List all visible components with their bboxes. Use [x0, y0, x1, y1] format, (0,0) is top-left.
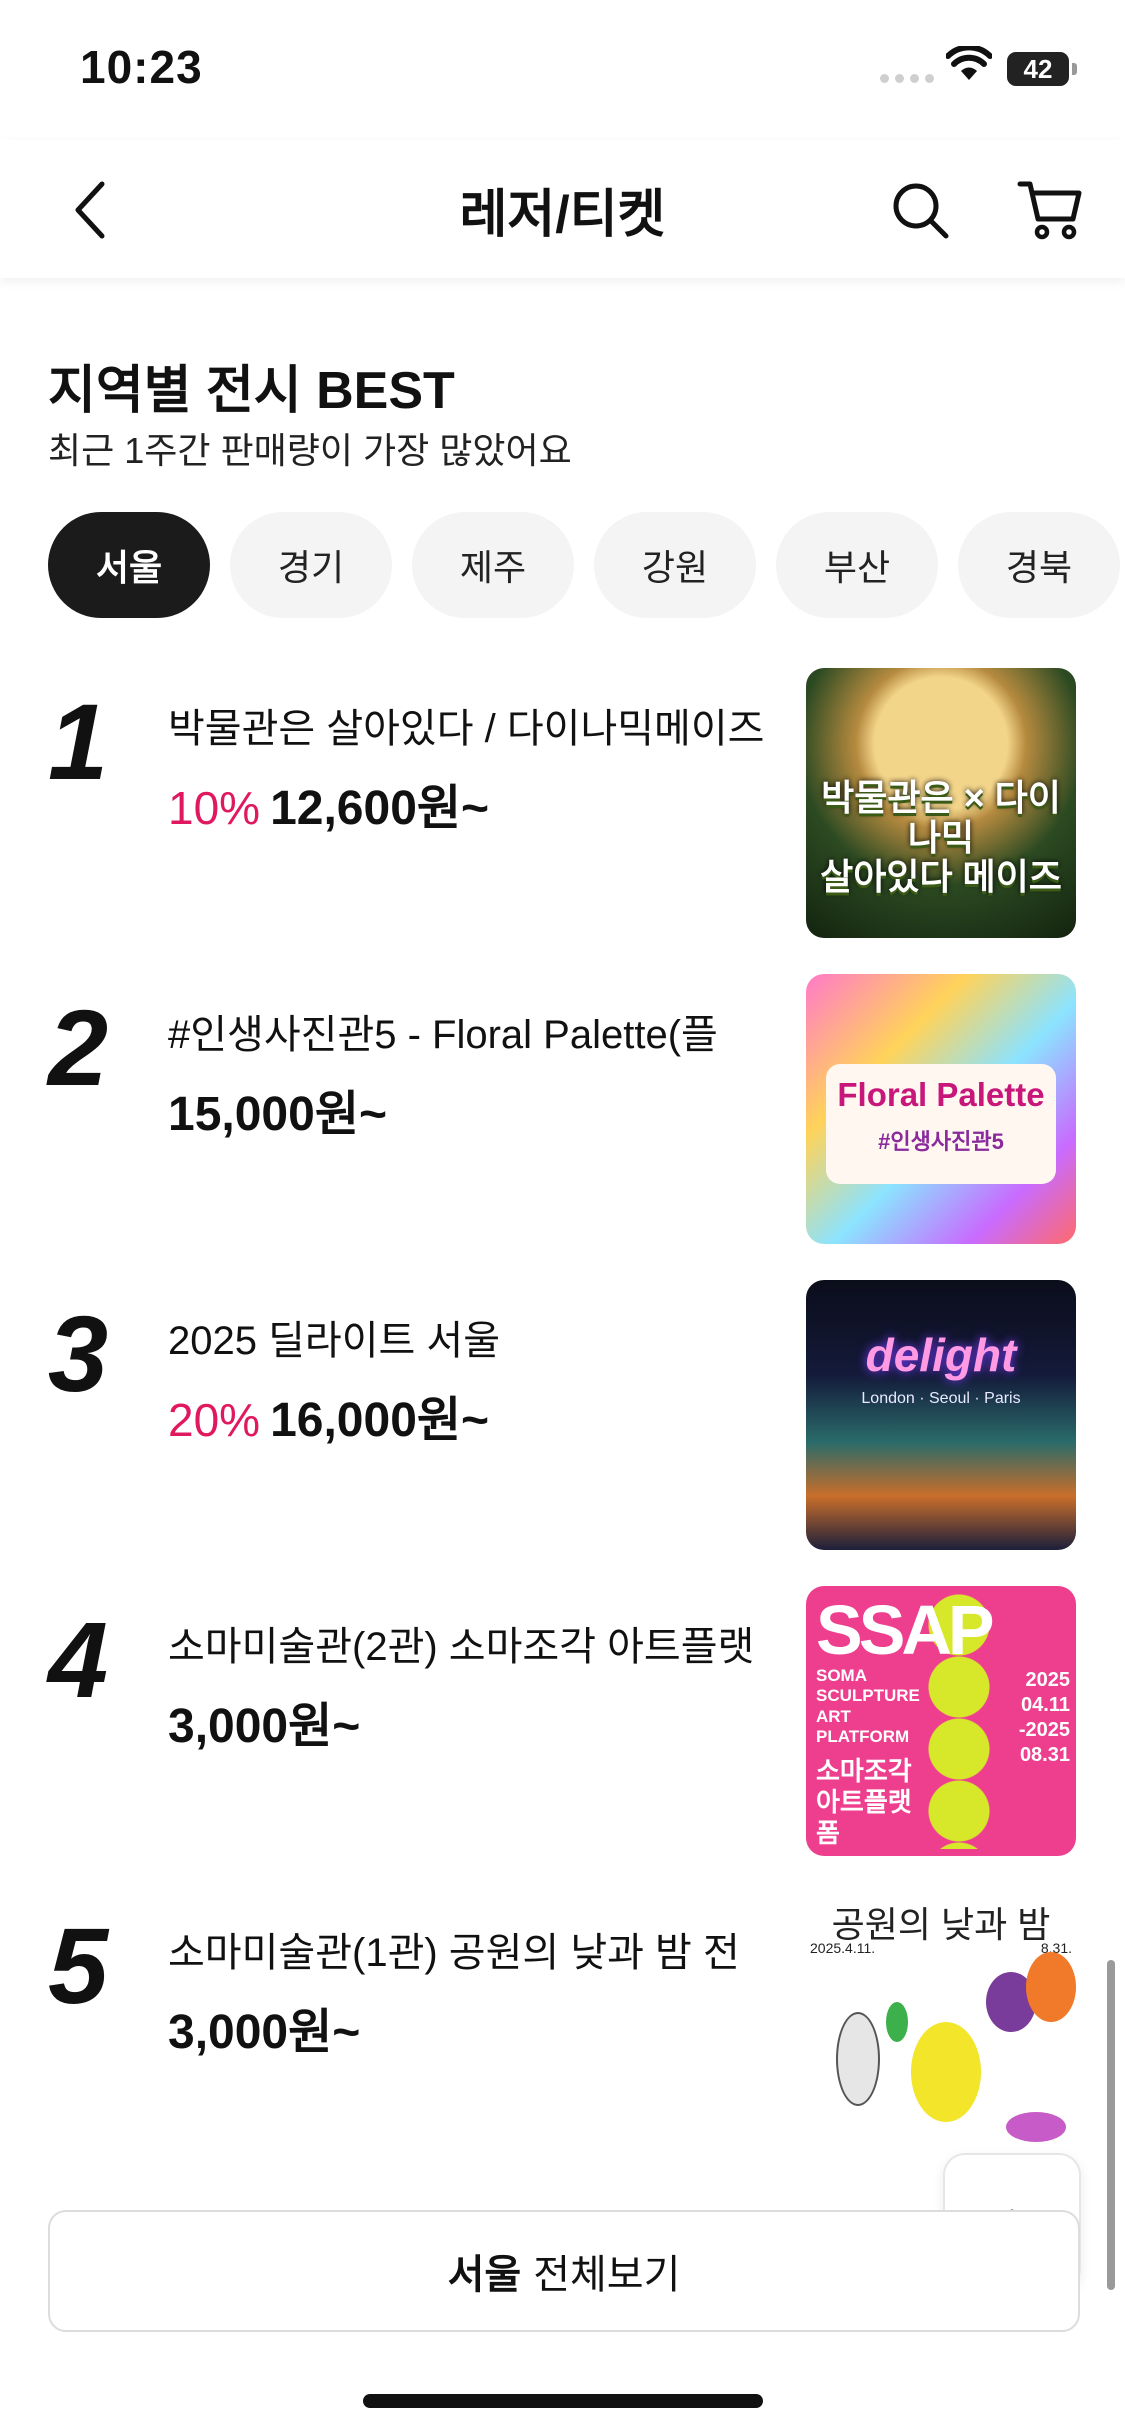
view-all-region: 서울 [447, 2253, 522, 2297]
item-thumbnail: 박물관은 × 다이나믹 살아있다 메이즈 [806, 668, 1076, 938]
price-row: 20% 16,000원~ [168, 1380, 489, 1450]
wifi-icon [945, 44, 993, 87]
item-thumbnail: 공원의 낮과 밤 2025.4.11. 8.31. [806, 1892, 1076, 2162]
navigation-bar: 레저/티켓 [0, 140, 1125, 278]
illustration-shape [911, 2022, 981, 2122]
price-row: 3,000원~ [168, 1686, 360, 1756]
rank-number: 5 [48, 1905, 109, 2026]
ranking-item[interactable]: 1 박물관은 살아있다 / 다이나믹메이즈 10% 12,600원~ 박물관은 … [0, 668, 1125, 938]
battery-icon: 42 [1007, 52, 1077, 86]
tab-seoul[interactable]: 서울 [48, 512, 210, 618]
discount-rate: 20% [168, 1394, 261, 1446]
price-row: 10% 12,600원~ [168, 768, 489, 838]
section-title: 지역별 전시 BEST [48, 362, 455, 420]
cart-button[interactable] [1008, 168, 1092, 252]
home-indicator [363, 2394, 763, 2408]
view-all-button[interactable]: 서울 전체보기 [48, 2210, 1080, 2332]
item-price: 16,000원~ [270, 1394, 490, 1447]
thumbnail-title: SSAP [816, 1591, 995, 1669]
ranking-item[interactable]: 3 2025 딜라이트 서울 20% 16,000원~ delight Lond… [0, 1280, 1125, 1550]
item-name: 소마미술관(2관) 소마조각 아트플랫 [168, 1625, 755, 1669]
tab-gyeongbuk[interactable]: 경북 [958, 512, 1120, 618]
status-time: 10:23 [80, 41, 203, 93]
item-name: #인생사진관5 - Floral Palette(플 [168, 1013, 718, 1057]
section-subtitle: 최근 1주간 판매량이 가장 많았어요 [48, 430, 572, 471]
thumbnail-subtitle: #인생사진관5 [878, 1129, 1004, 1154]
signal-icon [880, 74, 934, 83]
tab-jeju[interactable]: 제주 [412, 512, 574, 618]
illustration-shape [1006, 2112, 1066, 2142]
view-all-label: 전체보기 [533, 2253, 681, 2297]
search-icon [893, 183, 949, 239]
status-bar: 10:23 42 [0, 0, 1125, 140]
rank-number: 2 [48, 987, 109, 1108]
thumbnail-subtitle: SOMA SCULPTURE ART PLATFORM [816, 1666, 920, 1747]
thumbnail-title: delight [865, 1329, 1017, 1381]
item-name: 박물관은 살아있다 / 다이나믹메이즈 [168, 707, 765, 751]
tab-busan[interactable]: 부산 [776, 512, 938, 618]
thumbnail-date-start: 2025.4.11. [810, 1940, 876, 1956]
ranking-item[interactable]: 5 소마미술관(1관) 공원의 낮과 밤 전 3,000원~ 공원의 낮과 밤 … [0, 1892, 1125, 2162]
price-row: 15,000원~ [168, 1074, 387, 1144]
ranking-item[interactable]: 4 소마미술관(2관) 소마조각 아트플랫 3,000원~ SSAP SOMA … [0, 1586, 1125, 1856]
item-thumbnail: SSAP SOMA SCULPTURE ART PLATFORM 2025 04… [806, 1586, 1076, 1856]
rank-number: 1 [48, 681, 109, 802]
ranking-item[interactable]: 2 #인생사진관5 - Floral Palette(플 15,000원~ Fl… [0, 974, 1125, 1244]
illustration-shape [836, 2012, 880, 2106]
search-button[interactable] [880, 170, 960, 250]
thumbnail-date: 2025 04.11 -2025 08.31 [1018, 1669, 1070, 1766]
item-price: 15,000원~ [168, 1088, 388, 1141]
tab-gyeonggi[interactable]: 경기 [230, 512, 392, 618]
item-thumbnail: Floral Palette #인생사진관5 [806, 974, 1076, 1244]
item-thumbnail: delight London · Seoul · Paris [806, 1280, 1076, 1550]
rank-number: 3 [48, 1293, 109, 1414]
illustration-shape [886, 2002, 908, 2042]
item-price: 3,000원~ [168, 1700, 361, 1753]
scrollbar[interactable] [1107, 1960, 1115, 2290]
illustration-shape [1026, 1952, 1076, 2022]
cart-icon [1017, 181, 1082, 240]
thumbnail-korean-title: 소마조각 아트플랫폼 [816, 1756, 912, 1849]
thumbnail-title: Floral Palette [837, 1076, 1045, 1113]
thumbnail-subtitle: London · Seoul · Paris [861, 1390, 1021, 1407]
tab-gangwon[interactable]: 강원 [594, 512, 756, 618]
discount-rate: 10% [168, 782, 261, 834]
rank-number: 4 [48, 1599, 109, 1720]
region-tabs: 서울 경기 제주 강원 부산 경북 [48, 512, 1120, 618]
item-price: 12,600원~ [270, 782, 490, 835]
item-price: 3,000원~ [168, 2006, 361, 2059]
thumbnail-title: 박물관은 × 다이나믹 살아있다 메이즈 [820, 777, 1062, 898]
item-name: 소마미술관(1관) 공원의 낮과 밤 전 [168, 1931, 740, 1975]
thumbnail-dates: 2025.4.11. 8.31. [810, 1940, 1072, 1956]
price-row: 3,000원~ [168, 1992, 360, 2062]
item-name: 2025 딜라이트 서울 [168, 1319, 501, 1363]
